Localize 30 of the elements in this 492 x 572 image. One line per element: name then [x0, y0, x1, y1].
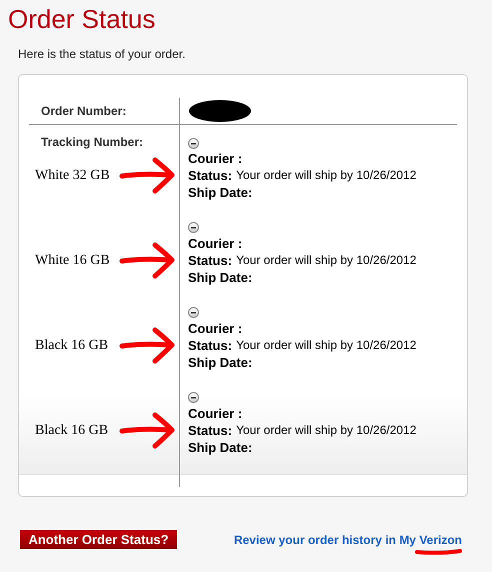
status-label: Status: — [188, 337, 232, 354]
order-number-label: Order Number: — [41, 103, 126, 120]
ship-date-label: Ship Date: — [188, 184, 252, 201]
status-label: Status: — [188, 422, 232, 439]
order-history-link[interactable]: Review your order history in My Verizon — [234, 531, 462, 549]
another-order-status-button[interactable]: Another Order Status? — [20, 530, 177, 549]
handwritten-note: Black 16 GB — [35, 336, 110, 354]
ship-date-label: Ship Date: — [188, 269, 252, 286]
status-label: Status: — [188, 252, 232, 269]
status-text: Your order will ship by 10/26/2012 — [236, 252, 416, 269]
courier-label: Courier : — [188, 150, 242, 167]
status-text: Your order will ship by 10/26/2012 — [236, 422, 416, 439]
intro-text: Here is the status of your order. — [18, 46, 186, 63]
collapse-icon[interactable] — [188, 307, 199, 318]
collapse-icon[interactable] — [188, 138, 199, 149]
collapse-icon[interactable] — [188, 222, 199, 233]
courier-label: Courier : — [188, 405, 242, 422]
handwritten-note: White 16 GB — [35, 252, 111, 270]
ship-date-label: Ship Date: — [188, 354, 252, 371]
ship-date-label: Ship Date: — [188, 439, 252, 456]
status-text: Your order will ship by 10/26/2012 — [236, 167, 416, 184]
collapse-icon[interactable] — [188, 392, 199, 403]
handwritten-note: Black 16 GB — [35, 422, 110, 440]
page-title: Order Status — [8, 3, 156, 36]
courier-label: Courier : — [188, 235, 242, 252]
status-label: Status: — [188, 167, 232, 184]
tracking-number-label: Tracking Number: — [41, 135, 144, 149]
status-text: Your order will ship by 10/26/2012 — [236, 337, 416, 354]
handwritten-note: White 32 GB — [35, 166, 111, 184]
courier-label: Courier : — [188, 320, 242, 337]
